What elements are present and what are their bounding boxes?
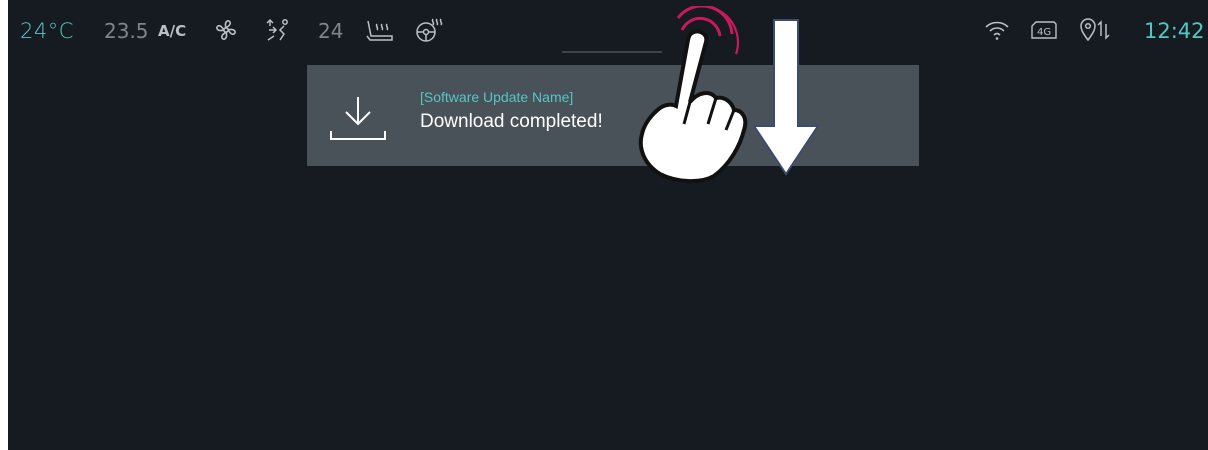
seat-heat-icon[interactable] xyxy=(364,16,396,44)
fan-icon[interactable] xyxy=(212,16,240,44)
set-temperature[interactable]: 23.5 xyxy=(104,16,149,46)
download-icon xyxy=(329,93,387,143)
outside-temperature: 24°C xyxy=(20,19,74,43)
svg-text:4G: 4G xyxy=(1037,27,1051,38)
clock: 12:42 xyxy=(1144,19,1205,43)
arrow-down-icon xyxy=(752,18,820,176)
message-start: Download completed! xyxy=(420,111,603,132)
steering-heat-icon[interactable] xyxy=(414,16,444,44)
notification-title: [Software Update Name] xyxy=(420,89,574,105)
screen: 24°C 23.5 A/C 24 4G 12:42 [Software Upda… xyxy=(8,0,1208,450)
ac-button[interactable]: A/C xyxy=(158,16,186,46)
4g-icon: 4G xyxy=(1028,16,1060,44)
wifi-icon xyxy=(983,16,1011,44)
location-sync-icon xyxy=(1078,16,1112,44)
hand-tap-icon xyxy=(624,6,764,186)
update-notification[interactable]: [Software Update Name] Download complete… xyxy=(307,65,919,166)
fan-level[interactable]: 24 xyxy=(318,16,343,46)
airflow-icon[interactable] xyxy=(264,16,292,44)
